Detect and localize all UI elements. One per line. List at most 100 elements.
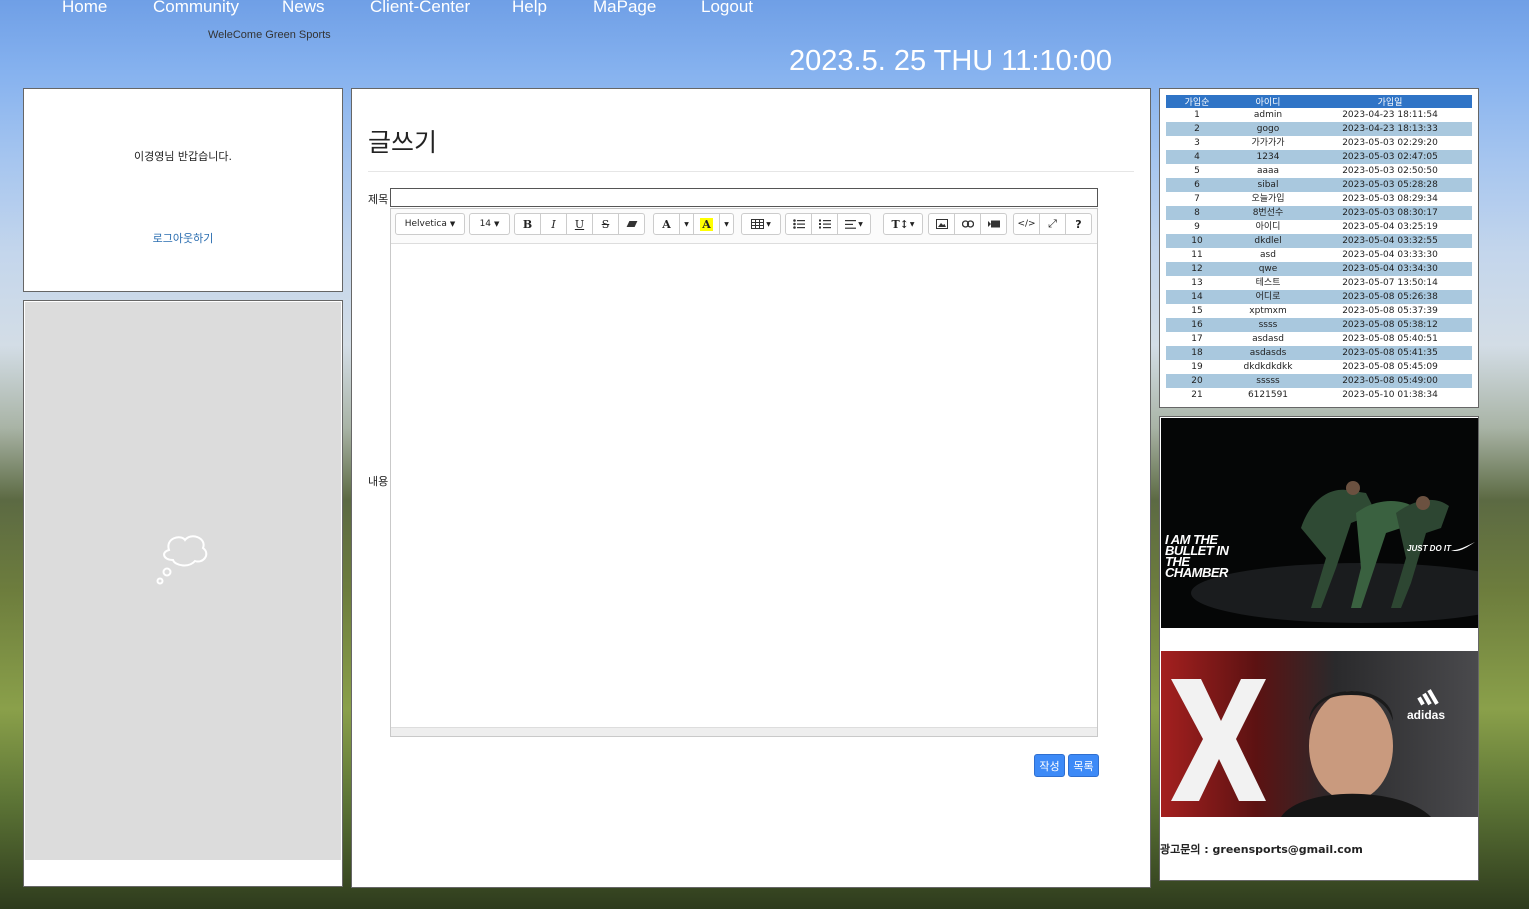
subject-input[interactable]	[390, 188, 1098, 207]
logout-link[interactable]: 로그아웃하기	[24, 230, 342, 246]
join-date-cell: 2023-05-08 05:49:00	[1308, 374, 1472, 388]
strikethrough-button[interactable]: S	[592, 213, 619, 235]
join-order-cell: 4	[1166, 150, 1228, 164]
highlight-button[interactable]: A	[693, 213, 720, 235]
user-id-cell: sibal	[1228, 178, 1308, 192]
ad-panel: I AM THE BULLET IN THE CHAMBER JUST DO I…	[1159, 416, 1479, 881]
eraser-button[interactable]	[618, 213, 645, 235]
table-row: 14 어디로 2023-05-08 05:26:38	[1166, 290, 1472, 304]
align-left-icon	[845, 219, 857, 229]
table-row: 21 6121591 2023-05-10 01:38:34	[1166, 388, 1472, 402]
insert-video-button[interactable]	[980, 213, 1007, 235]
highlight-icon: A	[700, 217, 713, 231]
join-date-cell: 2023-05-03 08:30:17	[1308, 206, 1472, 220]
divider	[368, 171, 1134, 172]
font-family-select[interactable]: Helvetica ▼	[395, 213, 465, 235]
caret-down-icon: ▼	[909, 220, 915, 228]
member-list-panel: 가입순 아이디 가입일 1 admin 2023-04-23 18:11:54 2 go…	[1159, 88, 1479, 408]
user-id-cell: 가가가가	[1251, 137, 1285, 148]
editor-toolbar: Helvetica ▼ 14 ▼ B I U S A ▼ A ▼ ▼ ▼ T↕ …	[391, 209, 1097, 244]
user-id-cell: gogo	[1228, 122, 1308, 136]
join-date-cell: 2023-05-03 08:29:34	[1342, 193, 1438, 204]
join-date-cell: 2023-05-04 03:25:19	[1342, 221, 1438, 232]
join-order-cell: 10	[1166, 234, 1228, 248]
rich-text-editor: Helvetica ▼ 14 ▼ B I U S A ▼ A ▼ ▼ ▼ T↕ …	[390, 208, 1098, 737]
nav-logout[interactable]: Logout	[701, 0, 753, 17]
table-row: 13 테스트 2023-05-07 13:50:14	[1166, 276, 1472, 290]
user-id-cell: 6121591	[1247, 389, 1289, 400]
table-row: 16 ssss 2023-05-08 05:38:12	[1166, 318, 1472, 332]
table-row: 19 dkdkdkdkk 2023-05-08 05:45:09	[1166, 360, 1472, 374]
submit-button[interactable]: 작성	[1034, 754, 1065, 777]
nav-help[interactable]: Help	[512, 0, 547, 17]
user-id-cell: 아이디	[1255, 221, 1281, 232]
table-icon	[751, 219, 765, 229]
join-order-cell: 7	[1194, 193, 1200, 204]
user-id-cell: asdasds	[1228, 346, 1308, 360]
join-order-cell: 16	[1166, 318, 1228, 332]
adidas-ad-banner[interactable]: adidas	[1161, 651, 1478, 817]
text-color-button[interactable]: A	[653, 213, 680, 235]
text-color-dropdown[interactable]: ▼	[679, 213, 694, 235]
table-button[interactable]: ▼	[741, 213, 781, 235]
ad1-slogan: JUST DO IT	[1407, 544, 1452, 553]
column-header: 가입일	[1308, 95, 1472, 108]
table-header-row: 가입순 아이디 가입일	[1166, 95, 1472, 108]
join-date-cell: 2023-04-23 18:13:33	[1308, 122, 1472, 136]
user-id-cell: dkdkdkdkk	[1243, 361, 1293, 372]
nike-ad-banner[interactable]: I AM THE BULLET IN THE CHAMBER JUST DO I…	[1161, 418, 1478, 628]
caret-down-icon: ▼	[494, 220, 500, 228]
insert-image-button[interactable]	[928, 213, 955, 235]
page-title: 글쓰기	[368, 128, 438, 157]
table-row: 1 admin 2023-04-23 18:11:54	[1166, 108, 1472, 122]
content-editor-area[interactable]	[391, 243, 1097, 729]
code-view-button[interactable]: </>	[1013, 213, 1040, 235]
join-date-cell: 2023-05-04 03:32:55	[1308, 234, 1472, 248]
greeting-text: 이경영님 반갑습니다.	[133, 150, 233, 163]
editor-resize-handle[interactable]	[391, 727, 1097, 736]
line-height-button[interactable]: T↕ ▼	[883, 213, 923, 235]
join-order-cell: 15	[1191, 305, 1203, 316]
table-row: 6 sibal 2023-05-03 05:28:28	[1166, 178, 1472, 192]
insert-link-button[interactable]	[954, 213, 981, 235]
join-date-cell: 2023-04-23 18:11:54	[1342, 109, 1438, 120]
nav-home[interactable]: Home	[62, 0, 107, 17]
join-order-cell: 2	[1166, 122, 1228, 136]
clock: 2023.5. 25 THU 11:10:00	[789, 45, 1112, 77]
list-button[interactable]: 목록	[1068, 754, 1099, 777]
join-order-cell: 20	[1166, 374, 1228, 388]
join-date-cell: 2023-05-08 05:41:35	[1308, 346, 1472, 360]
nav-news[interactable]: News	[282, 0, 325, 17]
font-size-select[interactable]: 14 ▼	[469, 213, 510, 235]
highlight-dropdown[interactable]: ▼	[719, 213, 734, 235]
table-row: 9 아이디 2023-05-04 03:25:19	[1166, 220, 1472, 234]
ad-contact: 광고문의 : greensports@gmail.com	[1160, 843, 1363, 856]
underline-button[interactable]: U	[566, 213, 593, 235]
italic-button[interactable]: I	[540, 213, 567, 235]
user-id-cell: 테스트	[1255, 277, 1281, 288]
nav-mapage[interactable]: MaPage	[593, 0, 656, 17]
fullscreen-button[interactable]: ⤢	[1039, 213, 1066, 235]
table-row: 18 asdasds 2023-05-08 05:41:35	[1166, 346, 1472, 360]
bold-button[interactable]: B	[514, 213, 541, 235]
user-id-cell: 어디로	[1228, 290, 1308, 304]
user-id-cell: 1234	[1228, 150, 1308, 164]
join-date-cell: 2023-05-08 05:38:12	[1308, 318, 1472, 332]
help-button[interactable]: ?	[1065, 213, 1092, 235]
align-button[interactable]: ▼	[837, 213, 871, 235]
join-date-cell: 2023-05-03 02:47:05	[1308, 150, 1472, 164]
join-date-cell: 2023-05-03 02:50:50	[1342, 165, 1438, 176]
join-date-cell: 2023-05-03 02:29:20	[1342, 137, 1438, 148]
ad2-brand: adidas	[1407, 708, 1446, 722]
join-order-cell: 6	[1166, 178, 1228, 192]
table-row: 5 aaaa 2023-05-03 02:50:50	[1166, 164, 1472, 178]
bullet-list-button[interactable]	[785, 213, 812, 235]
join-date-cell: 2023-05-03 05:28:28	[1308, 178, 1472, 192]
nav-community[interactable]: Community	[153, 0, 239, 17]
text-color-icon: A	[662, 217, 671, 231]
table-row: 11 asd 2023-05-04 03:33:30	[1166, 248, 1472, 262]
numbered-list-button[interactable]	[811, 213, 838, 235]
content-label: 내용	[368, 475, 389, 488]
link-icon	[961, 220, 974, 228]
nav-client-center[interactable]: Client-Center	[370, 0, 470, 17]
